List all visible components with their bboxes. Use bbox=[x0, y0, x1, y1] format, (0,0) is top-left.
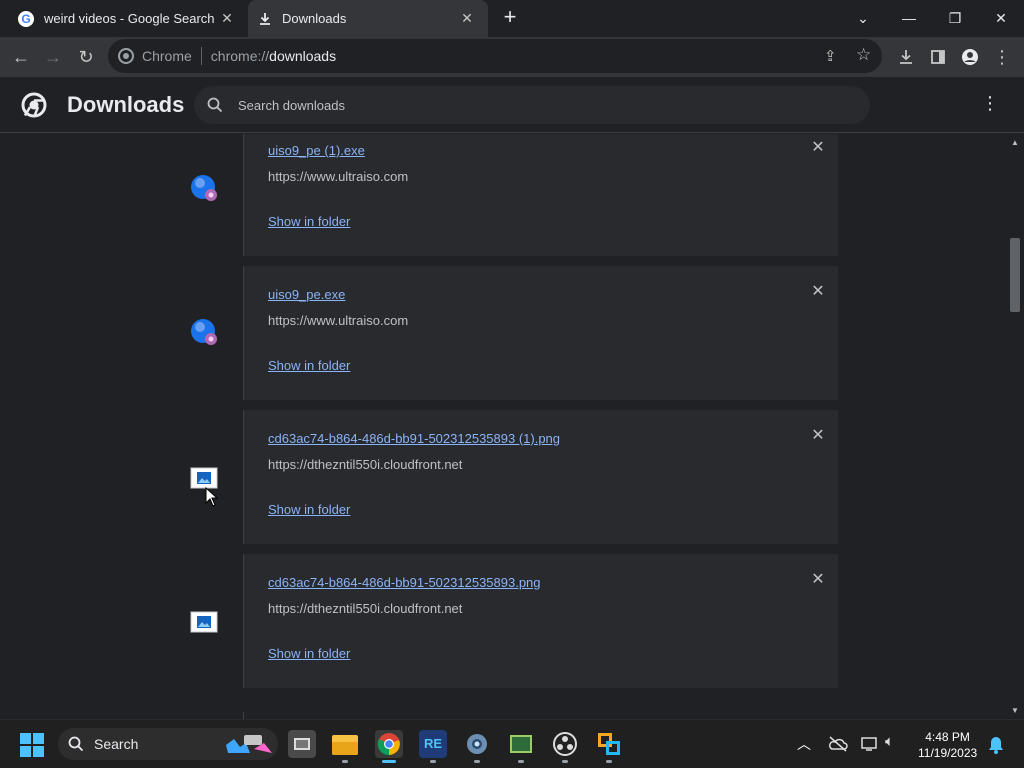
card-divider bbox=[243, 712, 244, 719]
running-indicator bbox=[474, 760, 480, 763]
tab-title: weird videos - Google Search bbox=[44, 11, 215, 26]
download-filename-link[interactable]: cd63ac74-b864-486d-bb91-502312535893.png bbox=[268, 575, 541, 590]
search-input[interactable] bbox=[238, 86, 838, 124]
notification-bell-icon[interactable] bbox=[988, 736, 1004, 754]
close-tab-icon[interactable]: ✕ bbox=[458, 9, 476, 27]
profile-avatar-icon bbox=[962, 49, 978, 65]
download-source-url: https://dthezntil550i.cloudfront.net bbox=[268, 601, 463, 616]
settings-gear-icon[interactable] bbox=[463, 730, 491, 758]
download-icon bbox=[260, 12, 270, 25]
address-bar[interactable]: Chrome chrome://downloads ⇪ ☆ bbox=[108, 39, 882, 73]
remove-download-close-icon[interactable]: ✕ bbox=[807, 569, 829, 591]
chrome-logo-icon bbox=[118, 48, 134, 64]
windows-taskbar: Search RE ︿ 🔈︎ 4:48 PM 11/19/2023 bbox=[0, 719, 1024, 768]
scroll-up-arrow-icon[interactable]: ▲ bbox=[1011, 138, 1019, 147]
tab-search-chevron-icon[interactable]: ⌄ bbox=[848, 4, 878, 32]
tab-google-search[interactable]: G weird videos - Google Search ✕ bbox=[8, 0, 248, 37]
bookmark-star-icon[interactable]: ☆ bbox=[856, 45, 871, 65]
new-tab-button[interactable]: + bbox=[499, 6, 521, 29]
reclaime-app-icon[interactable]: RE bbox=[419, 730, 447, 758]
download-source-url: https://dthezntil550i.cloudfront.net bbox=[268, 457, 463, 472]
show-hidden-icons-chevron-icon[interactable]: ︿ bbox=[797, 734, 811, 754]
onedrive-offline-icon[interactable] bbox=[828, 736, 848, 752]
terminal-app-icon[interactable] bbox=[507, 730, 535, 758]
download-icon bbox=[900, 50, 912, 64]
site-info-chip[interactable]: Chrome bbox=[118, 48, 192, 64]
volume-speaker-icon[interactable]: 🔈︎ bbox=[885, 733, 894, 750]
download-filename-link[interactable]: uiso9_pe (1).exe bbox=[268, 143, 365, 158]
file-explorer-icon[interactable] bbox=[331, 730, 359, 758]
download-filename-link[interactable]: uiso9_pe.exe bbox=[268, 287, 345, 302]
running-indicator bbox=[518, 760, 524, 763]
network-icon[interactable] bbox=[861, 736, 879, 752]
clock-time: 4:48 PM bbox=[925, 730, 970, 744]
tab-downloads[interactable]: Downloads ✕ bbox=[248, 0, 488, 37]
remove-download-close-icon[interactable]: ✕ bbox=[807, 425, 829, 447]
download-source-url: https://www.ultraiso.com bbox=[268, 169, 409, 184]
downloads-toolbar-button[interactable] bbox=[893, 44, 919, 70]
show-in-folder-link[interactable]: Show in folder bbox=[268, 214, 350, 229]
forward-button[interactable]: → bbox=[40, 44, 66, 70]
side-panel-button[interactable] bbox=[925, 44, 951, 70]
url-text: chrome://downloads bbox=[210, 48, 337, 64]
globe-exe-icon bbox=[191, 175, 217, 201]
show-in-folder-link[interactable]: Show in folder bbox=[268, 646, 350, 661]
scroll-down-arrow-icon[interactable]: ▼ bbox=[1011, 706, 1019, 715]
scrollbar-thumb[interactable] bbox=[1010, 238, 1020, 312]
download-source-url: https://www.ultraiso.com bbox=[268, 313, 409, 328]
download-item: cd63ac74-b864-486d-bb91-502312535893.png… bbox=[244, 554, 838, 688]
chrome-logo-icon bbox=[21, 92, 47, 118]
search-icon bbox=[68, 736, 84, 752]
taskbar-search-label: Search bbox=[94, 736, 139, 752]
download-filename-link[interactable]: cd63ac74-b864-486d-bb91-502312535893 (1)… bbox=[268, 431, 560, 446]
chip-label: Chrome bbox=[142, 48, 192, 64]
downloads-menu-kebab-icon[interactable]: ⋮ bbox=[979, 93, 1001, 117]
running-indicator bbox=[430, 760, 436, 763]
system-clock[interactable]: 4:48 PM 11/19/2023 bbox=[918, 729, 977, 761]
google-g-icon: G bbox=[18, 10, 34, 27]
reload-button[interactable]: ↻ bbox=[73, 44, 99, 70]
task-view-icon[interactable] bbox=[288, 730, 316, 758]
download-item: cd63ac74-b864-486d-bb91-502312535893 (1)… bbox=[244, 410, 838, 544]
virtualbox-icon[interactable] bbox=[595, 730, 623, 758]
show-in-folder-link[interactable]: Show in folder bbox=[268, 502, 350, 517]
minimize-button[interactable]: — bbox=[894, 4, 924, 32]
download-item: uiso9_pe.exe https://www.ultraiso.com Sh… bbox=[244, 266, 838, 400]
image-file-icon bbox=[190, 611, 218, 633]
active-indicator bbox=[382, 760, 396, 763]
remove-download-close-icon[interactable]: ✕ bbox=[807, 137, 829, 159]
running-indicator bbox=[562, 760, 568, 763]
globe-exe-icon bbox=[191, 319, 217, 345]
tab-title: Downloads bbox=[282, 11, 347, 26]
remove-download-close-icon[interactable]: ✕ bbox=[807, 281, 829, 303]
search-highlight-illustration-icon bbox=[226, 735, 272, 753]
running-indicator bbox=[342, 760, 348, 763]
share-icon[interactable]: ⇪ bbox=[824, 47, 837, 65]
restore-button[interactable]: ❐ bbox=[940, 4, 970, 32]
search-downloads-box[interactable] bbox=[194, 86, 870, 124]
page-title: Downloads bbox=[67, 92, 185, 117]
menu-kebab-icon[interactable]: ⋮ bbox=[989, 44, 1015, 70]
close-tab-icon[interactable]: ✕ bbox=[218, 9, 236, 27]
taskbar-search-box[interactable]: Search bbox=[58, 728, 278, 760]
tab-strip: G weird videos - Google Search ✕ Downloa… bbox=[0, 0, 1024, 37]
search-icon bbox=[207, 97, 223, 113]
clock-date: 11/19/2023 bbox=[918, 746, 978, 760]
show-in-folder-link[interactable]: Show in folder bbox=[268, 358, 350, 373]
download-item: uiso9_pe (1).exe https://www.ultraiso.co… bbox=[244, 134, 838, 256]
obs-studio-icon[interactable] bbox=[551, 730, 579, 758]
chrome-taskbar-icon[interactable] bbox=[375, 730, 403, 758]
page-scrollbar[interactable]: ▲ ▼ bbox=[1007, 134, 1024, 719]
downloads-header: Downloads ⋮ bbox=[0, 77, 1024, 133]
downloads-list: uiso9_pe (1).exe https://www.ultraiso.co… bbox=[0, 134, 1007, 719]
side-panel-icon bbox=[931, 50, 945, 64]
browser-toolbar: ← → ↻ Chrome chrome://downloads ⇪ ☆ ⋮ bbox=[0, 37, 1024, 77]
omnibox-separator bbox=[200, 47, 202, 65]
mouse-cursor-icon bbox=[205, 487, 219, 507]
profile-button[interactable] bbox=[957, 44, 983, 70]
windows-start-icon[interactable] bbox=[20, 733, 44, 757]
running-indicator bbox=[606, 760, 612, 763]
back-button[interactable]: ← bbox=[8, 44, 34, 70]
close-window-button[interactable]: ✕ bbox=[986, 4, 1016, 32]
